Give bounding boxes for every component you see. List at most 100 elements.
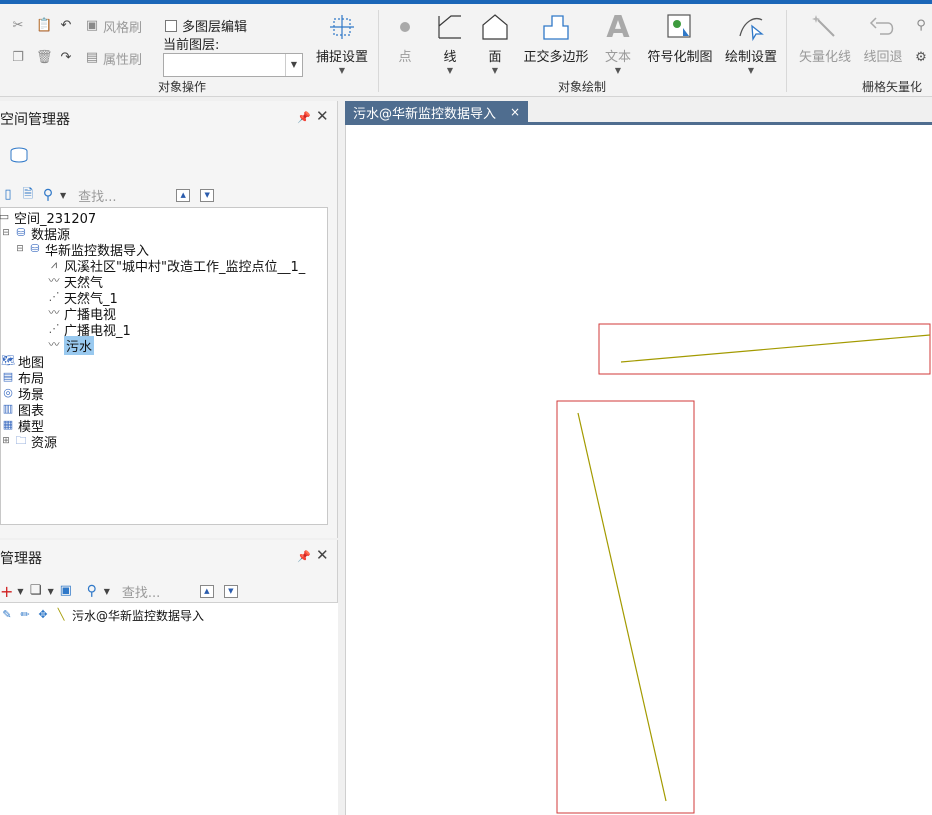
- chevron-down-icon[interactable]: ▼: [60, 191, 66, 200]
- vectorize-line-label: 矢量化线: [798, 50, 851, 65]
- close-icon[interactable]: ×: [510, 105, 520, 119]
- workspace-open-button[interactable]: [8, 145, 30, 165]
- node-link-icon: ⚲: [916, 18, 926, 33]
- tree-label: 污水: [64, 335, 95, 355]
- group-label-object-draw: 对象绘制: [557, 80, 606, 94]
- style-brush-icon: ▣: [85, 18, 99, 33]
- caret-down-icon: ▼: [747, 66, 755, 75]
- draw-settings-button[interactable]: 绘制设置 ▼: [722, 10, 780, 75]
- redo-button[interactable]: ↷: [58, 48, 74, 68]
- point-icon: [387, 10, 423, 44]
- caret-down-icon: ▼: [614, 66, 622, 75]
- raster-settings-button[interactable]: ⚙: [913, 48, 929, 68]
- draw-face-button[interactable]: 面 ▼: [467, 10, 523, 75]
- collapse-toggle-icon[interactable]: ⊟: [1, 228, 11, 238]
- search-icon[interactable]: ⚲: [84, 583, 100, 599]
- workspace-search-input[interactable]: 查找...: [78, 186, 172, 205]
- close-icon[interactable]: ✕: [316, 107, 329, 125]
- layer-panel: 管理器 📌 ✕ + ▼ ❏ ▼ ▣ ⚲ ▼ 查找... ▲ ▼ ✎ ✏ ✥ ╲ …: [0, 540, 338, 815]
- expand-toggle-icon[interactable]: ⊞: [1, 436, 11, 446]
- draw-text-label: 文本: [604, 50, 631, 65]
- collapse-toggle-icon[interactable]: ⊟: [15, 244, 25, 254]
- current-layer-select[interactable]: ▼: [163, 53, 303, 77]
- undo-button[interactable]: ↶: [58, 16, 74, 36]
- map-icon: 🗺: [1, 354, 15, 367]
- caret-down-icon: ▼: [446, 66, 454, 75]
- line-layer-icon: ╲: [57, 608, 65, 621]
- search-icon[interactable]: ⚲: [40, 187, 56, 203]
- group-label-raster-vector: 栅格矢量化: [861, 80, 922, 94]
- datasource-group-icon: ⛁: [16, 226, 26, 239]
- line-undo-button[interactable]: 线回退: [855, 10, 911, 65]
- network-dataset-icon: ⋰: [48, 290, 60, 303]
- layer-item[interactable]: ✎ ✏ ✥ ╲ 污水@华新监控数据导入: [0, 607, 204, 623]
- style-brush-button[interactable]: ▣ 风格刷: [84, 16, 142, 36]
- layer-stack-icon[interactable]: ❏: [28, 583, 44, 599]
- search-prev-button[interactable]: ▲: [176, 188, 191, 202]
- delete-button[interactable]: 🗑: [36, 48, 53, 68]
- ortho-polygon-button[interactable]: 正交多边形: [522, 10, 590, 65]
- sewer-line-feature[interactable]: [577, 412, 667, 802]
- copy-button[interactable]: ❐: [10, 48, 26, 68]
- draw-settings-label: 绘制设置: [724, 50, 777, 65]
- map-canvas[interactable]: [345, 125, 932, 815]
- map-tab[interactable]: 污水@华新监控数据导入 ×: [345, 101, 529, 123]
- open-file-icon[interactable]: 🗎: [20, 187, 36, 203]
- search-next-button[interactable]: ▼: [223, 584, 238, 598]
- workspace-toolbar: ▯ 🗎 ⚲ ▼ 查找... ▲ ▼: [0, 185, 215, 205]
- tree-label: 资源: [31, 435, 58, 451]
- map-svg: [556, 323, 931, 814]
- cut-button[interactable]: ✂: [10, 16, 26, 36]
- caret-down-icon: ▼: [491, 66, 499, 75]
- raster-extra-button[interactable]: ⚲: [913, 16, 929, 36]
- paste-button[interactable]: 📋: [36, 16, 52, 36]
- copy-icon: ❐: [12, 50, 24, 65]
- visible-icon[interactable]: ✎: [0, 608, 14, 622]
- point-dataset-icon: ⩘: [50, 258, 58, 271]
- chevron-down-icon[interactable]: ▼: [104, 587, 110, 596]
- magic-wand-icon: [807, 10, 843, 44]
- layer-search-input[interactable]: 查找...: [122, 582, 196, 601]
- snap-icon: [324, 10, 360, 44]
- attr-brush-button[interactable]: ▤ 属性刷: [84, 48, 142, 68]
- selection-box[interactable]: [556, 400, 695, 814]
- search-next-button[interactable]: ▼: [200, 188, 215, 202]
- layer-props-icon[interactable]: ▣: [58, 583, 74, 599]
- scene-icon: ◎: [3, 386, 13, 399]
- chevron-down-icon[interactable]: ▼: [48, 587, 54, 596]
- editable-icon[interactable]: ✏: [18, 608, 32, 622]
- pin-icon[interactable]: 📌: [297, 111, 311, 124]
- style-brush-label: 风格刷: [103, 20, 143, 36]
- checkbox-box[interactable]: [165, 19, 177, 32]
- vectorize-line-button[interactable]: 矢量化线: [796, 10, 854, 65]
- new-datasource-icon[interactable]: ▯: [0, 187, 16, 203]
- symbol-draw-button[interactable]: 符号化制图: [646, 10, 714, 65]
- draw-settings-icon: [733, 10, 769, 44]
- chevron-down-icon[interactable]: ▼: [285, 54, 302, 76]
- network-dataset-icon: ⋰: [48, 322, 60, 335]
- line-undo-label: 线回退: [863, 50, 903, 65]
- snap-toggle-icon[interactable]: ✥: [36, 608, 50, 622]
- layer-list: ✎ ✏ ✥ ╲ 污水@华新监控数据导入: [0, 602, 338, 815]
- clipboard-icon: 📋: [36, 18, 53, 33]
- add-layer-icon[interactable]: +: [0, 582, 13, 601]
- attr-brush-icon: ▤: [85, 50, 99, 65]
- layout-icon: ▤: [2, 370, 14, 383]
- multi-layer-edit-checkbox[interactable]: 多图层编辑: [165, 16, 247, 35]
- sewer-line-feature[interactable]: [620, 334, 931, 363]
- chevron-down-icon[interactable]: ▼: [17, 587, 23, 596]
- tree-node-dataset-selected[interactable]: 〰污水: [47, 335, 95, 355]
- app-window: ✂ 📋 ↶ ▣ 风格刷 ❐ 🗑 ↷ ▤ 属性刷 多图层编辑 当前图层: ▼ 捕捉设置…: [0, 0, 932, 815]
- close-icon[interactable]: ✕: [316, 546, 329, 564]
- draw-line-label: 线: [443, 50, 457, 65]
- search-prev-button[interactable]: ▲: [199, 584, 214, 598]
- draw-face-label: 面: [488, 50, 502, 65]
- draw-point-label: 点: [398, 50, 412, 65]
- undo-icon: ↶: [60, 18, 72, 33]
- line-draw-icon: [432, 10, 468, 44]
- snap-settings-button[interactable]: 捕捉设置 ▼: [314, 10, 370, 75]
- tree-node-resources[interactable]: ⊞ 🗀 资源: [1, 433, 58, 451]
- draw-text-button[interactable]: A 文本 ▼: [590, 10, 646, 75]
- pin-icon[interactable]: 📌: [297, 550, 311, 563]
- workspace-panel-title: 空间管理器: [0, 112, 70, 128]
